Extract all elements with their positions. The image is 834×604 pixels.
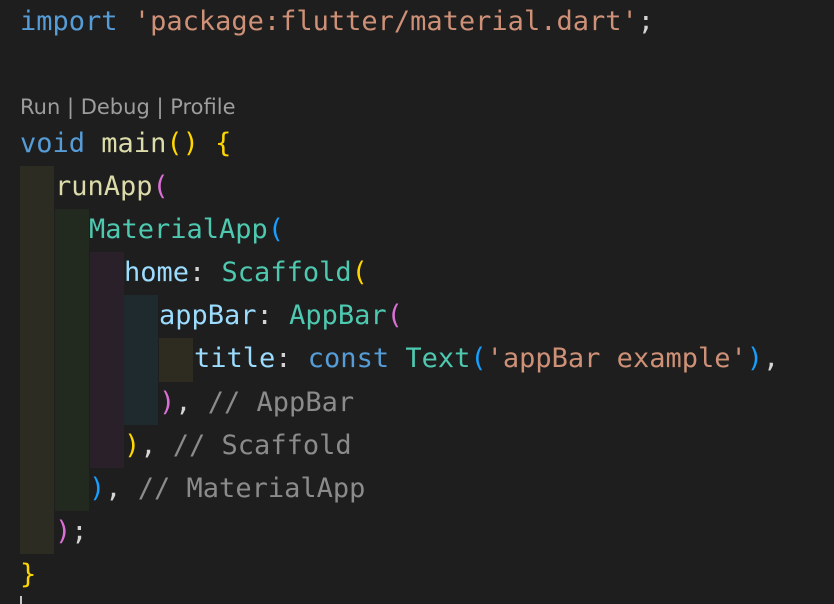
indent-guide-2 bbox=[55, 209, 89, 511]
codelens-debug-link[interactable]: Debug bbox=[81, 95, 150, 119]
code-line-import[interactable]: import 'package:flutter/material.dart'; bbox=[20, 0, 654, 43]
code-editor[interactable]: import 'package:flutter/material.dart'; … bbox=[0, 0, 834, 604]
text-cursor bbox=[20, 596, 22, 604]
codelens: Run | Debug | Profile bbox=[20, 95, 236, 119]
indent-guide-1 bbox=[20, 166, 54, 554]
code-line-runapp[interactable]: runApp( bbox=[55, 165, 169, 208]
code-line-materialapp[interactable]: MaterialApp( bbox=[89, 208, 284, 251]
code-line-close-appbar[interactable]: ), // AppBar bbox=[159, 381, 354, 424]
codelens-profile-link[interactable]: Profile bbox=[170, 95, 235, 119]
code-line-title[interactable]: title: const Text('appBar example'), bbox=[194, 337, 779, 380]
indent-guide-4 bbox=[124, 295, 158, 425]
code-line-close-scaffold[interactable]: ), // Scaffold bbox=[124, 424, 352, 467]
indent-guide-5 bbox=[159, 338, 193, 382]
indent-guide-3 bbox=[90, 252, 124, 468]
code-line-main[interactable]: void main() { bbox=[20, 122, 231, 165]
code-line-close-runapp[interactable]: ); bbox=[55, 510, 88, 553]
code-line-close-materialapp[interactable]: ), // MaterialApp bbox=[89, 467, 365, 510]
code-line-home[interactable]: home: Scaffold( bbox=[124, 251, 368, 294]
codelens-run-link[interactable]: Run bbox=[20, 95, 60, 119]
code-line-appbar[interactable]: appBar: AppBar( bbox=[159, 294, 403, 337]
code-line-close-main[interactable]: } bbox=[20, 553, 36, 596]
